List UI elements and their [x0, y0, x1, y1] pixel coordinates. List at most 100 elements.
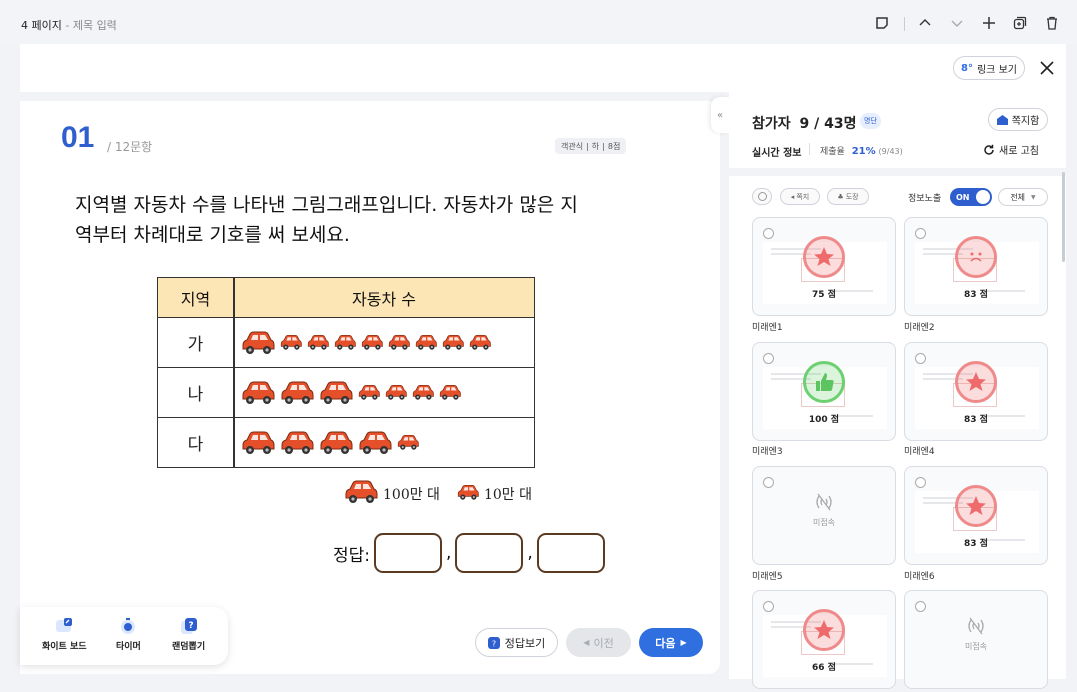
- answer-area: 정답: , ,: [333, 533, 609, 573]
- svg-text:?: ?: [492, 639, 496, 648]
- star-stamp-icon: [955, 485, 997, 527]
- big-car-icon: [343, 479, 379, 509]
- collapse-panel-icon[interactable]: «: [711, 97, 729, 133]
- title-input[interactable]: 제목 입력: [73, 19, 117, 32]
- card-select-radio[interactable]: [915, 353, 926, 364]
- region-label: 가: [187, 335, 204, 355]
- note-chip[interactable]: ◂ 쪽지: [780, 188, 820, 205]
- card-select-radio[interactable]: [915, 601, 926, 612]
- student-score: 100 점: [808, 415, 840, 425]
- timer-button[interactable]: 타이머: [116, 617, 141, 652]
- info-exposure-label: 정보노출: [908, 194, 942, 204]
- small-car-icon: [361, 334, 383, 350]
- student-card[interactable]: 83 점: [904, 342, 1048, 441]
- student-name: 미래엔5: [752, 572, 783, 582]
- card-select-radio[interactable]: [763, 228, 774, 239]
- student-card[interactable]: 100 점: [752, 342, 896, 441]
- answer-box-3[interactable]: [536, 533, 605, 573]
- mail-icon: [996, 114, 1008, 125]
- student-score: 75 점: [812, 290, 836, 300]
- next-button[interactable]: 다음 ▶: [639, 628, 703, 657]
- star-stamp-icon: [803, 236, 845, 278]
- card-select-radio[interactable]: [763, 601, 774, 612]
- close-icon[interactable]: [1037, 58, 1057, 78]
- info-exposure-toggle[interactable]: ON: [950, 188, 992, 206]
- submission-rate: 제출율 21% (9/43): [820, 146, 903, 157]
- random-pick-icon: ?: [180, 618, 197, 634]
- trash-icon[interactable]: [1043, 14, 1061, 32]
- card-select-radio[interactable]: [915, 228, 926, 239]
- svg-text:?: ?: [188, 621, 193, 631]
- good-stamp-icon: [803, 361, 845, 403]
- memo-icon[interactable]: [873, 14, 891, 32]
- random-pick-button[interactable]: ? 랜덤뽑기: [172, 617, 205, 652]
- small-car-icon: [397, 434, 419, 450]
- page-number: 4 페이지: [21, 19, 62, 32]
- class-tools: 화이트 보드 타이머 ? 랜덤뽑기: [20, 607, 228, 665]
- stamp-chip[interactable]: ♣ 도장: [827, 188, 869, 205]
- woops-stamp-icon: [955, 236, 997, 278]
- student-name: 미래엔6: [904, 572, 935, 582]
- big-car-icon: [281, 381, 314, 404]
- chevron-down-icon[interactable]: [948, 14, 966, 32]
- big-car-icon: [359, 431, 392, 454]
- card-select-radio[interactable]: [763, 353, 774, 364]
- select-all-radio[interactable]: [752, 188, 772, 205]
- add-page-icon[interactable]: [980, 14, 998, 32]
- chevron-up-icon[interactable]: [916, 14, 934, 32]
- triangle-right-icon: ▶: [680, 638, 687, 647]
- caret-down-icon: ▼: [1031, 193, 1036, 201]
- student-name: 미래엔1: [752, 323, 783, 333]
- question-text: 지역별 자동차 수를 나타낸 그림그래프입니다. 자동차가 많은 지 역부터 차…: [75, 194, 578, 246]
- car-icons: [240, 368, 462, 417]
- student-card[interactable]: 75 점: [752, 217, 896, 316]
- table-row: 다: [158, 418, 534, 468]
- roster-badge[interactable]: 명단: [860, 113, 881, 129]
- no-signal-icon: [816, 493, 832, 511]
- small-car-icon: [456, 484, 480, 505]
- big-car-icon: [320, 381, 353, 404]
- small-car-icon: [334, 334, 356, 350]
- page-title[interactable]: 4 페이지 - 제목 입력: [21, 17, 117, 33]
- card-select-radio[interactable]: [763, 477, 774, 488]
- whiteboard-icon: [56, 618, 73, 632]
- prev-button[interactable]: ◀ 이전: [566, 628, 631, 657]
- student-card[interactable]: 미접속: [904, 590, 1048, 689]
- no-signal-icon: [968, 617, 984, 635]
- big-car-icon: [320, 431, 353, 454]
- offline-state: 미접속: [905, 617, 1047, 652]
- student-card[interactable]: 미접속: [752, 466, 896, 565]
- student-score: 83 점: [964, 539, 988, 549]
- timer-icon: [121, 618, 136, 634]
- whiteboard-button[interactable]: 화이트 보드: [42, 617, 87, 652]
- answer-box-1[interactable]: [374, 533, 443, 573]
- big-car-icon: [281, 431, 314, 454]
- student-score: 66 점: [812, 663, 836, 673]
- answer-view-button[interactable]: ? 정답보기: [475, 628, 558, 657]
- graph-legend: 100만 대 10만 대: [343, 479, 532, 509]
- student-card[interactable]: 83 점: [904, 217, 1048, 316]
- card-select-radio[interactable]: [915, 477, 926, 488]
- small-car-icon: [415, 334, 437, 350]
- answer-box-2[interactable]: [455, 533, 524, 573]
- table-row: 나: [158, 368, 534, 418]
- car-icons: [240, 418, 420, 467]
- refresh-icon: [984, 144, 994, 155]
- scrollbar[interactable]: [1062, 172, 1065, 262]
- panel-divider: [729, 168, 1066, 176]
- link-view-button[interactable]: 8° 링크 보기: [953, 56, 1025, 80]
- region-label: 나: [187, 385, 204, 405]
- student-card[interactable]: 66 점: [752, 590, 896, 689]
- small-car-icon: [442, 334, 464, 350]
- question-meta-badge: 객관식 | 하 | 8점: [555, 138, 627, 154]
- filter-select[interactable]: 전체 ▼: [998, 188, 1048, 206]
- student-name: 미래엔3: [752, 447, 783, 457]
- duplicate-icon[interactable]: [1011, 14, 1029, 32]
- region-label: 다: [187, 435, 204, 455]
- note-box-button[interactable]: 쪽지함: [988, 108, 1048, 131]
- triangle-left-icon: ◀: [583, 638, 590, 647]
- stamp-icon: ♣: [837, 192, 844, 201]
- refresh-button[interactable]: 새로 고침: [983, 142, 1039, 157]
- answer-label: 정답:: [333, 545, 371, 566]
- student-card[interactable]: 83 점: [904, 466, 1048, 565]
